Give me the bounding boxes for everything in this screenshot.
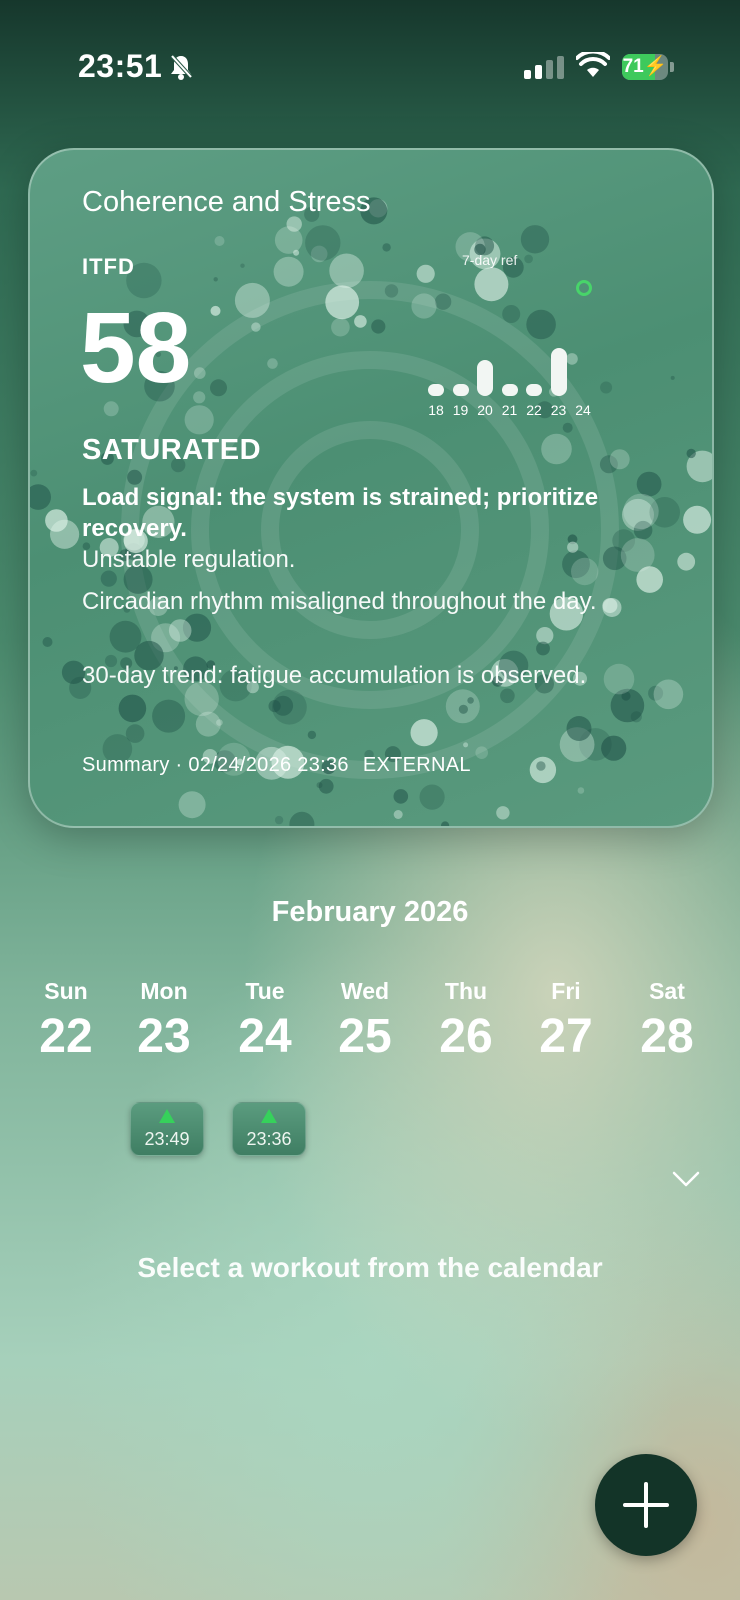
score-value: 58 xyxy=(80,292,192,404)
battery-level: 71 xyxy=(622,56,644,77)
metric-name: ITFD xyxy=(82,254,135,279)
day-wed[interactable]: Wed 25 xyxy=(315,978,415,1061)
summary-timestamp: Summary · 02/24/2026 23:36 xyxy=(82,754,349,776)
day-number: 25 xyxy=(338,1010,392,1063)
chevron-down-icon[interactable] xyxy=(672,1170,700,1188)
chart-bar xyxy=(452,384,469,396)
summary-line: Summary · 02/24/2026 23:36 EXTERNAL xyxy=(82,754,471,777)
wifi-icon xyxy=(576,52,610,77)
workout-time: 23:49 xyxy=(144,1129,190,1149)
up-triangle-icon xyxy=(159,1109,175,1123)
day-fri[interactable]: Fri 27 xyxy=(516,978,616,1061)
day-name: Sat xyxy=(649,978,685,1004)
insight-line: 30-day trend: fatigue accumulation is ob… xyxy=(82,662,587,689)
day-number: 23 xyxy=(137,1010,191,1063)
chart-bar xyxy=(501,384,518,396)
day-number: 26 xyxy=(439,1010,493,1063)
add-button[interactable] xyxy=(595,1454,697,1556)
chart-tick-label: 23 xyxy=(550,402,567,418)
day-tue[interactable]: Tue 24 xyxy=(215,978,315,1061)
day-thu[interactable]: Thu 26 xyxy=(416,978,516,1061)
up-triangle-icon xyxy=(261,1109,277,1123)
day-number: 27 xyxy=(539,1010,593,1063)
week-strip: Sun 22 Mon 23 Tue 24 Wed 25 Thu 26 Fri 27 Sat 2… xyxy=(16,978,724,1061)
workout-time: 23:36 xyxy=(246,1129,292,1149)
status-time: 23:51 xyxy=(78,48,163,84)
empty-state-hint: Select a workout from the calendar xyxy=(137,1252,603,1283)
insight-line: Circadian rhythm misaligned throughout t… xyxy=(82,588,597,615)
chart-bar xyxy=(477,359,493,396)
day-name: Tue xyxy=(245,978,285,1004)
chart-tick-label: 20 xyxy=(477,402,493,418)
chart-title: 7-day ref xyxy=(462,252,518,268)
chart-bar xyxy=(550,348,567,396)
day-name: Thu xyxy=(444,978,488,1004)
day-name: Sun xyxy=(44,978,88,1004)
chart-highlight-marker xyxy=(576,280,592,296)
coherence-stress-card[interactable]: Coherence and Stress ITFD 58 7-day ref 1… xyxy=(28,148,714,828)
workout-chip[interactable]: 23:36 xyxy=(232,1102,306,1156)
insight-line: Unstable regulation. xyxy=(82,546,296,573)
cellular-signal-icon xyxy=(524,56,564,79)
day-name: Wed xyxy=(340,978,390,1004)
chart-tick-label: 22 xyxy=(526,402,542,418)
chart-tick-label: 18 xyxy=(428,402,444,418)
day-name: Fri xyxy=(551,978,581,1004)
load-signal-text: Load signal: the system is strained; pri… xyxy=(82,484,599,542)
calendar-month: February 2026 xyxy=(271,896,469,928)
day-name: Mon xyxy=(140,978,188,1004)
source-label: EXTERNAL xyxy=(362,754,471,776)
chart-tick-label: 19 xyxy=(452,402,469,418)
day-mon[interactable]: Mon 23 xyxy=(114,978,214,1061)
day-sat[interactable]: Sat 28 xyxy=(617,978,717,1061)
status-bar: 23:51 71⚡ xyxy=(0,0,740,120)
battery-charging-icon: 71⚡ xyxy=(622,54,674,80)
state-label: SATURATED xyxy=(82,434,262,466)
day-sun[interactable]: Sun 22 xyxy=(16,978,116,1061)
chart-bar xyxy=(526,384,542,396)
chart-tick-label: 24 xyxy=(575,402,591,418)
chart-bar xyxy=(428,384,444,396)
day-number: 28 xyxy=(640,1010,694,1063)
day-number: 24 xyxy=(238,1010,292,1063)
card-title: Coherence and Stress xyxy=(82,186,371,218)
seven-day-chart: 7-day ref 18 19 20 21 22 23 24 xyxy=(420,250,640,430)
workout-chip[interactable]: 23:49 xyxy=(130,1102,204,1156)
chart-tick-label: 21 xyxy=(501,402,518,418)
day-number: 22 xyxy=(39,1010,93,1063)
bell-slash-icon xyxy=(170,54,192,80)
